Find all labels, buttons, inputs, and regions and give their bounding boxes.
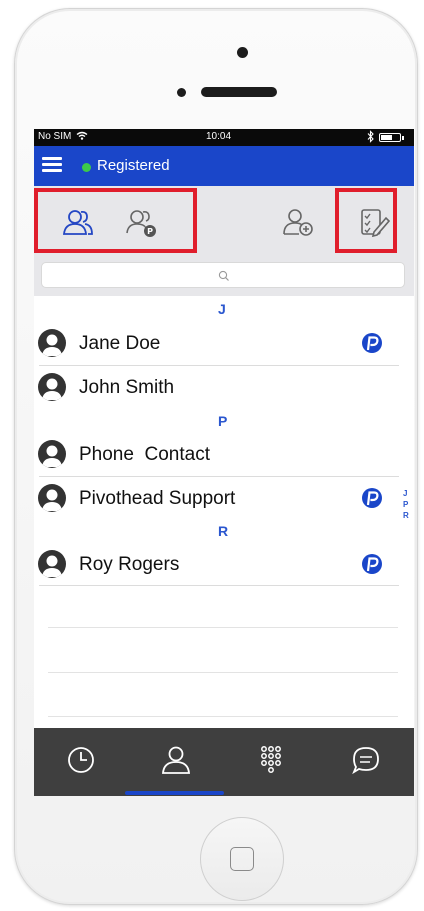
clock: 10:04: [206, 131, 232, 142]
messages-icon: [352, 747, 379, 775]
carrier-status: No SIM: [38, 131, 88, 142]
app-screen: No SIM 10:04 Registered P J Jane Doe Joh…: [34, 129, 414, 796]
index-letter-r[interactable]: R: [403, 511, 409, 520]
contact-row-roy-rogers[interactable]: Roy Rogers: [34, 542, 399, 586]
section-header-p: P: [218, 413, 228, 429]
pivothead-badge-icon: [362, 488, 382, 508]
front-camera: [237, 47, 248, 58]
contact-name: Pivothead Support: [79, 488, 236, 509]
section-header-r: R: [218, 523, 229, 539]
home-button[interactable]: [200, 817, 284, 901]
svg-text:P: P: [147, 227, 153, 236]
row-divider: [48, 627, 398, 628]
contacts-icon: [162, 746, 190, 774]
section-header-j: J: [218, 301, 226, 317]
contact-name: John Smith: [79, 377, 175, 398]
bluetooth-icon: [367, 130, 374, 143]
index-letter-j[interactable]: J: [403, 489, 407, 498]
battery-icon: [379, 133, 401, 142]
recents-icon: [68, 747, 94, 773]
row-divider: [48, 672, 398, 673]
tab-keypad[interactable]: [224, 728, 319, 796]
contact-name: Jane Doe: [79, 333, 161, 354]
contact-row-john-smith[interactable]: John Smith: [34, 365, 399, 409]
avatar-icon: [38, 440, 66, 468]
pivothead-badge-icon: [362, 554, 382, 574]
active-tab-indicator: [125, 791, 224, 795]
pivothead-contacts-icon[interactable]: P: [125, 206, 157, 238]
app-header: Registered: [34, 146, 414, 186]
home-square-icon: [230, 847, 254, 871]
search-icon: [218, 270, 229, 281]
tab-messages[interactable]: [319, 728, 414, 796]
proximity-sensor: [177, 88, 186, 97]
contact-row-pivothead-support[interactable]: Pivothead Support: [34, 476, 399, 520]
index-letter-p[interactable]: P: [403, 500, 408, 509]
carrier-label: No SIM: [38, 131, 72, 142]
edit-list-icon[interactable]: [358, 206, 391, 238]
avatar-icon: [38, 373, 66, 401]
battery-level: [381, 135, 392, 140]
earpiece-speaker: [201, 87, 277, 97]
wifi-icon: [76, 131, 88, 140]
hamburger-menu-icon[interactable]: [42, 156, 62, 174]
row-divider: [48, 716, 398, 717]
status-bar: No SIM 10:04: [34, 129, 414, 146]
tab-contacts[interactable]: [129, 728, 224, 796]
contacts-filter-icon[interactable]: [62, 206, 94, 238]
bottom-tab-bar: [34, 728, 414, 796]
avatar-icon: [38, 329, 66, 357]
search-bar[interactable]: [41, 262, 408, 289]
contact-row-jane-doe[interactable]: Jane Doe: [34, 321, 399, 365]
row-divider: [39, 585, 399, 586]
search-area: [34, 254, 414, 296]
registration-status: Registered: [97, 157, 170, 174]
contact-row-phone-contact[interactable]: Phone Contact: [34, 432, 399, 476]
avatar-icon: [38, 550, 66, 578]
registration-status-dot: [82, 163, 91, 172]
pivothead-badge-icon: [362, 333, 382, 353]
contacts-toolbar: P: [34, 186, 414, 254]
tab-recents[interactable]: [34, 728, 129, 796]
keypad-icon: [261, 746, 281, 773]
contact-name: Roy Rogers: [79, 554, 180, 575]
avatar-icon: [38, 484, 66, 512]
add-contact-icon[interactable]: [282, 206, 314, 238]
battery-tip: [402, 136, 404, 140]
contact-name: Phone Contact: [79, 444, 210, 465]
